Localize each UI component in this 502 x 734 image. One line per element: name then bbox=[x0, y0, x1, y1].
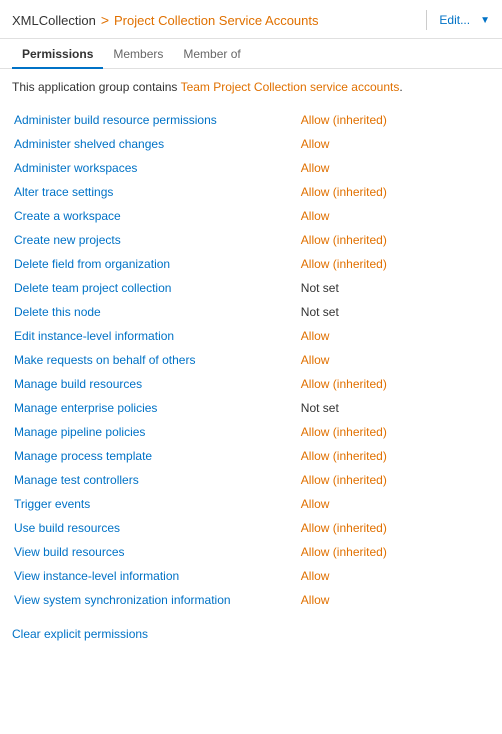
permission-value: Allow (inherited) bbox=[299, 540, 490, 564]
table-row: View build resourcesAllow (inherited) bbox=[12, 540, 490, 564]
permission-name[interactable]: Manage pipeline policies bbox=[12, 420, 299, 444]
permission-name[interactable]: Create a workspace bbox=[12, 204, 299, 228]
permission-value: Allow bbox=[299, 564, 490, 588]
permission-name[interactable]: Manage build resources bbox=[12, 372, 299, 396]
permission-name[interactable]: View system synchronization information bbox=[12, 588, 299, 612]
table-row: View instance-level informationAllow bbox=[12, 564, 490, 588]
permission-name[interactable]: Administer shelved changes bbox=[12, 132, 299, 156]
table-row: Trigger eventsAllow bbox=[12, 492, 490, 516]
table-row: Create new projectsAllow (inherited) bbox=[12, 228, 490, 252]
permission-value: Allow bbox=[299, 204, 490, 228]
header-divider bbox=[426, 10, 427, 30]
edit-button[interactable]: Edit... bbox=[435, 11, 474, 29]
header-actions: Edit... ▼ bbox=[435, 11, 490, 29]
header: XMLCollection > Project Collection Servi… bbox=[0, 0, 502, 39]
table-row: Delete team project collectionNot set bbox=[12, 276, 490, 300]
permission-value: Allow (inherited) bbox=[299, 180, 490, 204]
permission-name[interactable]: Create new projects bbox=[12, 228, 299, 252]
tab-permissions[interactable]: Permissions bbox=[12, 39, 103, 69]
description-highlight: Team Project Collection service accounts bbox=[181, 80, 400, 94]
permission-value: Not set bbox=[299, 276, 490, 300]
permission-value: Allow bbox=[299, 348, 490, 372]
tab-members[interactable]: Members bbox=[103, 39, 173, 69]
permission-name[interactable]: Administer workspaces bbox=[12, 156, 299, 180]
permission-value: Allow (inherited) bbox=[299, 444, 490, 468]
permission-value: Allow (inherited) bbox=[299, 228, 490, 252]
clear-permissions-anchor[interactable]: Clear explicit permissions bbox=[12, 627, 148, 641]
permission-value: Allow (inherited) bbox=[299, 420, 490, 444]
table-row: Use build resourcesAllow (inherited) bbox=[12, 516, 490, 540]
tab-member-of[interactable]: Member of bbox=[173, 39, 250, 69]
permission-value: Allow bbox=[299, 132, 490, 156]
permission-value: Allow (inherited) bbox=[299, 468, 490, 492]
permission-value: Allow (inherited) bbox=[299, 252, 490, 276]
permission-value: Allow bbox=[299, 324, 490, 348]
table-row: View system synchronization informationA… bbox=[12, 588, 490, 612]
table-row: Manage build resourcesAllow (inherited) bbox=[12, 372, 490, 396]
table-row: Delete field from organizationAllow (inh… bbox=[12, 252, 490, 276]
permission-name[interactable]: Trigger events bbox=[12, 492, 299, 516]
table-row: Administer shelved changesAllow bbox=[12, 132, 490, 156]
permission-value: Allow (inherited) bbox=[299, 108, 490, 132]
table-row: Make requests on behalf of othersAllow bbox=[12, 348, 490, 372]
description-suffix: . bbox=[399, 80, 402, 94]
table-row: Manage pipeline policiesAllow (inherited… bbox=[12, 420, 490, 444]
permission-name[interactable]: Alter trace settings bbox=[12, 180, 299, 204]
breadcrumb-root[interactable]: XMLCollection bbox=[12, 13, 96, 28]
main-content: This application group contains Team Pro… bbox=[0, 69, 502, 651]
table-row: Administer build resource permissionsAll… bbox=[12, 108, 490, 132]
description-text: This application group contains Team Pro… bbox=[12, 79, 490, 96]
permission-name[interactable]: View instance-level information bbox=[12, 564, 299, 588]
breadcrumb-current: Project Collection Service Accounts bbox=[114, 13, 318, 28]
permission-value: Allow (inherited) bbox=[299, 372, 490, 396]
permission-value: Allow (inherited) bbox=[299, 516, 490, 540]
permission-name[interactable]: Make requests on behalf of others bbox=[12, 348, 299, 372]
table-row: Manage process templateAllow (inherited) bbox=[12, 444, 490, 468]
breadcrumb: XMLCollection > Project Collection Servi… bbox=[12, 12, 418, 28]
table-row: Delete this nodeNot set bbox=[12, 300, 490, 324]
table-row: Alter trace settingsAllow (inherited) bbox=[12, 180, 490, 204]
table-row: Create a workspaceAllow bbox=[12, 204, 490, 228]
tab-bar: Permissions Members Member of bbox=[0, 39, 502, 69]
permission-name[interactable]: Manage process template bbox=[12, 444, 299, 468]
dropdown-arrow-icon[interactable]: ▼ bbox=[480, 15, 490, 26]
permission-value: Allow bbox=[299, 588, 490, 612]
table-row: Edit instance-level informationAllow bbox=[12, 324, 490, 348]
description-prefix: This application group contains bbox=[12, 80, 181, 94]
table-row: Administer workspacesAllow bbox=[12, 156, 490, 180]
breadcrumb-separator: > bbox=[101, 12, 109, 28]
permission-name[interactable]: Delete field from organization bbox=[12, 252, 299, 276]
permissions-table: Administer build resource permissionsAll… bbox=[12, 108, 490, 612]
table-row: Manage test controllersAllow (inherited) bbox=[12, 468, 490, 492]
table-row: Manage enterprise policiesNot set bbox=[12, 396, 490, 420]
permission-name[interactable]: Use build resources bbox=[12, 516, 299, 540]
permission-name[interactable]: Edit instance-level information bbox=[12, 324, 299, 348]
permission-name[interactable]: Manage enterprise policies bbox=[12, 396, 299, 420]
permission-name[interactable]: View build resources bbox=[12, 540, 299, 564]
permission-name[interactable]: Delete this node bbox=[12, 300, 299, 324]
permission-name[interactable]: Manage test controllers bbox=[12, 468, 299, 492]
permission-name[interactable]: Administer build resource permissions bbox=[12, 108, 299, 132]
permission-name[interactable]: Delete team project collection bbox=[12, 276, 299, 300]
permission-value: Not set bbox=[299, 300, 490, 324]
permission-value: Not set bbox=[299, 396, 490, 420]
permission-value: Allow bbox=[299, 156, 490, 180]
clear-permissions-link[interactable]: Clear explicit permissions bbox=[12, 626, 148, 641]
permission-value: Allow bbox=[299, 492, 490, 516]
